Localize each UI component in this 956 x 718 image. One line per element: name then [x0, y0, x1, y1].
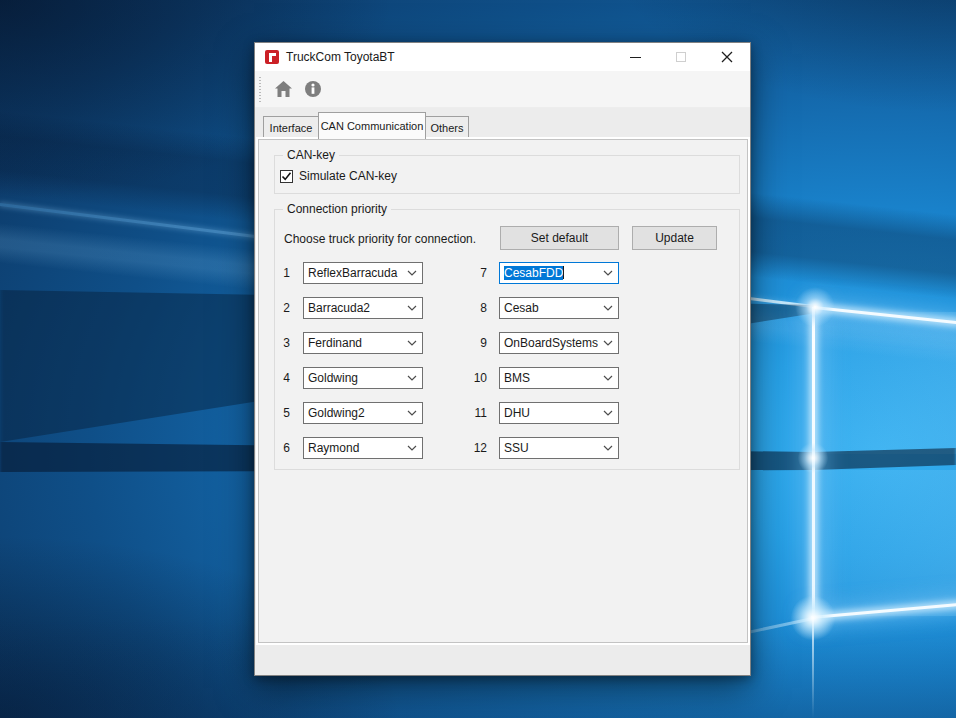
wallpaper-pane	[816, 470, 956, 616]
truck-priority-combo-8[interactable]: Cesab	[499, 297, 619, 319]
wallpaper-glow	[789, 594, 837, 642]
truck-priority-combo-2[interactable]: Barracuda2	[303, 297, 423, 319]
slot-number-2: 2	[268, 297, 290, 319]
chevron-down-icon	[407, 410, 417, 416]
chevron-down-icon	[407, 445, 417, 451]
close-icon	[721, 51, 733, 63]
chevron-down-icon	[603, 340, 613, 346]
slot-number-4: 4	[268, 367, 290, 389]
chevron-down-icon	[407, 305, 417, 311]
home-icon	[274, 80, 293, 98]
chevron-down-icon	[407, 340, 417, 346]
truck-priority-combo-10[interactable]: BMS	[499, 367, 619, 389]
chevron-down-icon	[603, 270, 613, 276]
connection-priority-group-label: Connection priority	[283, 202, 391, 216]
slot-number-3: 3	[268, 332, 290, 354]
can-key-group: CAN-key Simulate CAN-key	[274, 155, 740, 194]
toolbar	[255, 71, 750, 108]
set-default-button[interactable]: Set default	[500, 226, 619, 250]
slot-number-6: 6	[268, 437, 290, 459]
chevron-down-icon	[603, 375, 613, 381]
chevron-down-icon	[407, 270, 417, 276]
slot-number-11: 11	[465, 402, 487, 424]
slot-number-1: 1	[268, 262, 290, 284]
update-button[interactable]: Update	[632, 226, 717, 250]
maximize-icon	[676, 52, 686, 62]
slot-number-12: 12	[465, 437, 487, 459]
wallpaper-glow	[798, 442, 828, 474]
info-icon	[304, 80, 322, 98]
app-icon	[265, 50, 279, 64]
can-key-group-label: CAN-key	[283, 148, 339, 162]
simulate-can-key-label: Simulate CAN-key	[299, 169, 397, 183]
tab-strip: Interface CAN Communication Others	[255, 108, 750, 139]
tab-page-can-communication: CAN-key Simulate CAN-key Connection prio…	[258, 139, 748, 643]
chevron-down-icon	[407, 375, 417, 381]
simulate-can-key-row: Simulate CAN-key	[280, 169, 397, 183]
chevron-down-icon	[603, 305, 613, 311]
titlebar[interactable]: TruckCom ToyotaBT	[255, 43, 750, 71]
truck-priority-combo-5[interactable]: Goldwing2	[303, 402, 423, 424]
chevron-down-icon	[603, 410, 613, 416]
close-button[interactable]	[704, 43, 750, 71]
instruction-text: Choose truck priority for connection.	[284, 232, 476, 246]
toolbar-grip[interactable]	[259, 77, 261, 102]
truck-priority-combo-12[interactable]: SSU	[499, 437, 619, 459]
tab-others[interactable]: Others	[425, 116, 469, 139]
check-icon	[281, 171, 292, 182]
home-button[interactable]	[270, 76, 296, 102]
truck-priority-combo-6[interactable]: Raymond	[303, 437, 423, 459]
slot-number-5: 5	[268, 402, 290, 424]
slot-number-10: 10	[465, 367, 487, 389]
truck-priority-combo-4[interactable]: Goldwing	[303, 367, 423, 389]
tab-interface[interactable]: Interface	[263, 116, 319, 139]
maximize-button	[658, 43, 704, 71]
minimize-button[interactable]	[612, 43, 658, 71]
wallpaper-glow	[795, 287, 835, 327]
chevron-down-icon	[603, 445, 613, 451]
truck-priority-combo-3[interactable]: Ferdinand	[303, 332, 423, 354]
window-title: TruckCom ToyotaBT	[286, 50, 395, 64]
truck-priority-combo-7[interactable]: CesabFDD	[499, 262, 619, 284]
truck-priority-combo-9[interactable]: OnBoardSystems	[499, 332, 619, 354]
slot-number-7: 7	[465, 262, 487, 284]
slot-number-9: 9	[465, 332, 487, 354]
slot-number-8: 8	[465, 297, 487, 319]
truck-priority-combo-1[interactable]: ReflexBarracuda	[303, 262, 423, 284]
simulate-can-key-checkbox[interactable]	[280, 170, 293, 183]
minimize-icon	[630, 57, 641, 58]
connection-priority-group: Connection priority Choose truck priorit…	[274, 209, 740, 470]
truck-priority-combo-11[interactable]: DHU	[499, 402, 619, 424]
tab-can-communication[interactable]: CAN Communication	[318, 112, 426, 139]
info-button[interactable]	[300, 76, 326, 102]
app-window: TruckCom ToyotaBT Interface CAN Communic…	[254, 42, 751, 676]
